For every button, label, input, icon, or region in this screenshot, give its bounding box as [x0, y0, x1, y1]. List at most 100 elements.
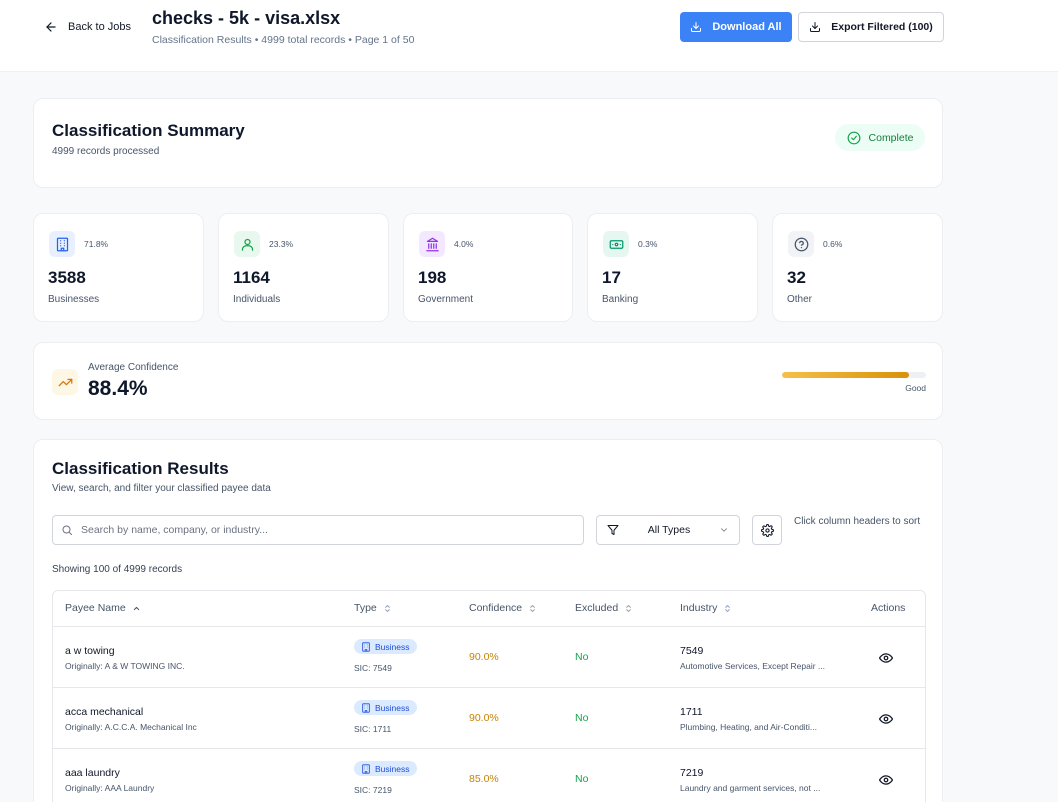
column-header-excluded[interactable]: Excluded: [575, 602, 633, 614]
industry-description: Automotive Services, Except Repair ...: [680, 661, 826, 671]
stat-card-businesses: 71.8% 3588 Businesses: [33, 213, 204, 322]
stat-card-individuals: 23.3% 1164 Individuals: [218, 213, 389, 322]
settings-button[interactable]: [752, 515, 782, 545]
download-all-label: Download All: [712, 21, 782, 33]
building-icon: [49, 231, 75, 257]
table-row: acca mechanical Originally: A.C.C.A. Mec…: [53, 688, 925, 749]
sort-icon: [384, 604, 390, 612]
stat-label: Individuals: [233, 294, 281, 305]
eye-icon: [878, 714, 894, 724]
stat-value: 198: [418, 268, 447, 287]
column-header-label: Industry: [680, 602, 718, 614]
industry-description: Plumbing, Heating, and Air-Conditi...: [680, 722, 818, 732]
help-circle-icon: [788, 231, 814, 257]
sic-code: SIC: 7549: [354, 663, 392, 673]
confidence-value: 88.4%: [88, 377, 148, 400]
chevron-down-icon: [721, 528, 727, 532]
download-icon: [691, 22, 702, 32]
classification-results-card: Classification Results View, search, and…: [33, 439, 943, 802]
confidence-label: Average Confidence: [88, 362, 179, 373]
back-to-jobs-label: Back to Jobs: [68, 21, 131, 33]
type-badge-label: Business: [375, 763, 410, 774]
type-filter-select[interactable]: All Types: [596, 515, 740, 545]
column-header-industry[interactable]: Industry: [680, 602, 732, 614]
chevron-up-icon: [133, 606, 139, 610]
view-details-button[interactable]: [878, 712, 894, 724]
export-filtered-label: Export Filtered (100): [831, 21, 933, 33]
stat-percent: 4.0%: [454, 239, 474, 249]
stat-card-banking: 0.3% 17 Banking: [587, 213, 758, 322]
confidence-rating: Good: [905, 383, 926, 393]
stat-label: Banking: [602, 294, 639, 305]
banknote-icon: [603, 231, 629, 257]
building-icon: [362, 763, 370, 774]
excluded-cell: No: [575, 773, 589, 785]
stat-label: Other: [787, 294, 813, 305]
column-header-label: Type: [354, 602, 377, 614]
industry-code: 7219: [680, 767, 704, 779]
arrow-left-icon: [46, 22, 56, 32]
sort-hint: Click column headers to sort: [794, 516, 921, 527]
stat-label: Businesses: [48, 294, 100, 305]
classification-summary-card: Classification Summary 4999 records proc…: [33, 98, 943, 188]
page-subtitle: Classification Results • 4999 total reco…: [152, 34, 415, 46]
page-header: Back to Jobs checks - 5k - visa.xlsx Cla…: [0, 0, 1058, 72]
stat-value: 32: [787, 268, 806, 287]
gear-icon: [760, 523, 774, 537]
column-header-actions: Actions: [871, 602, 905, 614]
payee-original: Originally: AAA Laundry: [65, 783, 155, 793]
view-details-button[interactable]: [878, 773, 894, 785]
table-row: aaa laundry Originally: AAA Laundry Busi…: [53, 749, 925, 802]
search-icon: [62, 525, 72, 535]
confidence-bar-fill: [782, 372, 910, 378]
page-title: checks - 5k - visa.xlsx: [152, 8, 341, 28]
column-header-label: Excluded: [575, 602, 619, 614]
payee-name: aaa laundry: [65, 767, 120, 779]
column-header-label: Payee Name: [65, 602, 126, 614]
type-badge: Business: [354, 639, 417, 654]
sort-icon: [626, 604, 632, 612]
stat-value: 3588: [48, 268, 86, 287]
table-header: Payee Name Type Confidence Excluded Indu…: [53, 591, 925, 627]
stat-card-other: 0.6% 32 Other: [772, 213, 943, 322]
column-header-label: Confidence: [469, 602, 523, 614]
stat-percent: 71.8%: [84, 239, 109, 249]
status-badge: Complete: [835, 124, 925, 151]
download-icon: [810, 22, 821, 32]
back-to-jobs-button[interactable]: Back to Jobs: [44, 20, 131, 34]
view-details-button[interactable]: [878, 651, 894, 663]
sic-code: SIC: 7219: [354, 785, 392, 795]
user-icon: [234, 231, 260, 257]
export-filtered-button[interactable]: Export Filtered (100): [798, 12, 944, 42]
eye-icon: [878, 653, 894, 663]
search-box[interactable]: [52, 515, 584, 545]
table-row: a w towing Originally: A & W TOWING INC.…: [53, 627, 925, 688]
check-circle-icon: [847, 131, 860, 144]
type-badge-label: Business: [375, 702, 410, 713]
sort-icon: [530, 604, 535, 612]
stat-percent: 0.6%: [823, 239, 843, 249]
building-icon: [362, 641, 370, 652]
payee-name: acca mechanical: [65, 706, 144, 718]
confidence-cell: 90.0%: [469, 712, 499, 724]
trending-up-icon: [52, 369, 78, 395]
search-input[interactable]: [81, 524, 561, 536]
type-badge: Business: [354, 761, 417, 776]
type-badge: Business: [354, 700, 417, 715]
download-all-button[interactable]: Download All: [680, 12, 792, 42]
landmark-icon: [419, 231, 445, 257]
column-header-payee-name[interactable]: Payee Name: [65, 602, 141, 614]
confidence-bar: [782, 372, 926, 378]
stat-value: 1164: [233, 268, 270, 287]
records-count: Showing 100 of 4999 records: [52, 564, 183, 575]
sort-icon: [725, 604, 731, 612]
column-header-type[interactable]: Type: [354, 602, 392, 614]
summary-title: Classification Summary: [52, 121, 245, 140]
building-icon: [362, 702, 370, 713]
column-header-confidence[interactable]: Confidence: [469, 602, 537, 614]
stat-card-government: 4.0% 198 Government: [403, 213, 573, 322]
stat-percent: 23.3%: [269, 239, 294, 249]
results-table: Payee Name Type Confidence Excluded Indu…: [52, 590, 926, 802]
industry-description: Laundry and garment services, not ...: [680, 783, 821, 793]
type-badge-label: Business: [375, 641, 410, 652]
